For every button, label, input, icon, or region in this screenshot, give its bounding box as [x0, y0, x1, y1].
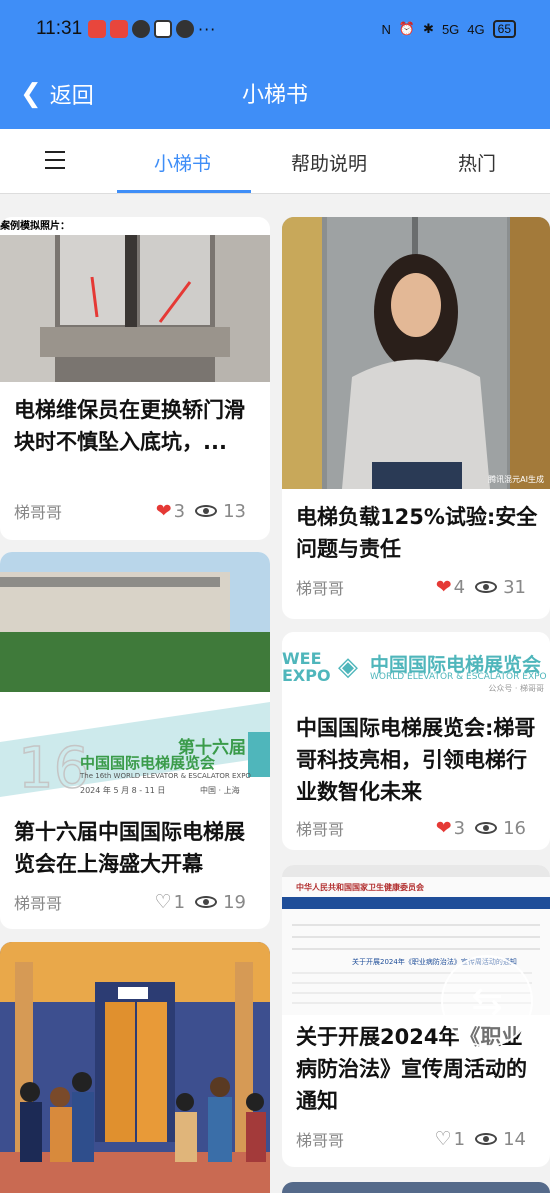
like-count: 1 [173, 891, 186, 913]
menu-icon[interactable] [45, 151, 65, 175]
author-name: 梯哥哥 [296, 1131, 345, 1150]
author-name: 梯哥哥 [14, 503, 63, 522]
heart-filled-icon[interactable]: ❤ [436, 817, 452, 839]
article-image: 案例模拟照片： [0, 217, 270, 382]
article-image: 16 第十六届 中国国际电梯展览会 The 16th WORLD ELEVATO… [0, 552, 270, 807]
swap-arrows-icon: ⇆ [471, 979, 503, 1023]
more-notifications-icon: ··· [198, 20, 217, 39]
poster-subtitle: The 16th WORLD ELEVATOR & ESCALATOR EXPO [80, 772, 251, 780]
like-count: 4 [453, 576, 466, 598]
author-name: 梯哥哥 [296, 579, 345, 598]
view-count: 31 [503, 576, 526, 598]
taobao-icon [88, 20, 106, 38]
article-title: 电梯负载125%试验:安全问题与责任 [296, 505, 538, 561]
expo-logo-mark: ◈ [338, 652, 358, 682]
poster-date: 2024 年 5 月 8 - 11 日 [80, 786, 166, 795]
doc-header: 中华人民共和国国家卫生健康委员会 [296, 883, 424, 892]
active-tab-indicator [117, 190, 251, 193]
nfc-icon: N [381, 21, 391, 37]
app-icon [132, 20, 150, 38]
battery-icon: 65 [492, 20, 516, 38]
article-card[interactable]: 案例模拟照片： 电梯维保员在更换轿门滑块时不慎坠入底坑，... 梯哥哥 ❤ 3 … [0, 217, 270, 540]
signal-5g-icon: 5G [441, 21, 460, 37]
view-count: 13 [223, 500, 246, 522]
signal-4g-icon: 4G [467, 21, 485, 37]
like-count: 3 [173, 500, 186, 522]
expo-logo: WEE EXPO [282, 649, 331, 685]
page-title: 小梯书 [241, 83, 308, 108]
like-count: 1 [453, 1128, 466, 1150]
eye-icon [475, 1133, 498, 1145]
taobao-icon [110, 20, 128, 38]
app-icon [154, 20, 172, 38]
tab-help[interactable]: 帮助说明 [291, 149, 367, 176]
svg-text:16: 16 [18, 736, 89, 801]
heart-outline-icon[interactable]: ♡ [155, 891, 172, 913]
article-title: 中国国际电梯展览会:梯哥哥科技亮相，引领电梯行业数智化未来 [296, 716, 536, 804]
article-image [0, 942, 270, 1193]
notification-icons: ··· [88, 20, 217, 39]
poster-title: 中国国际电梯展览会 [80, 754, 216, 772]
switch-floating-button[interactable]: ⇆ [441, 955, 533, 1047]
tab-xiaotishu[interactable]: 小梯书 [154, 149, 211, 176]
article-image: 腾讯混元AI生成 [282, 217, 550, 489]
heart-filled-icon[interactable]: ❤ [156, 500, 172, 522]
article-card[interactable]: WEE EXPO ◈ 中国国际电梯展览会 WORLD ELEVATOR & ES… [282, 632, 550, 850]
article-card[interactable]: 腾讯混元AI生成 电梯负载125%试验:安全问题与责任 梯哥哥 ❤ 4 31 [282, 217, 550, 619]
clock: 11:31 [36, 18, 83, 39]
bluetooth-icon: ✱ [423, 21, 434, 36]
article-title: 电梯维保员在更换轿门滑块时不慎坠入底坑，... [14, 398, 245, 454]
article-meta: 梯哥哥 ❤ 3 13 [14, 499, 256, 523]
view-count: 19 [223, 891, 246, 913]
article-title: 第十六届中国国际电梯展览会在上海盛大开幕 [14, 820, 245, 876]
eye-icon [475, 581, 498, 593]
article-meta: 梯哥哥 ♡ 1 19 [14, 890, 256, 914]
expo-name-en: WORLD ELEVATOR & ESCALATOR EXPO [370, 672, 547, 682]
app-bar: ❮ 返回 小梯书 [0, 56, 550, 129]
status-bar: 11:31 ··· N ⏰ ✱ 5G 4G 65 [0, 0, 550, 56]
heart-filled-icon[interactable]: ❤ [436, 576, 452, 598]
eye-icon [195, 505, 218, 517]
article-card[interactable] [0, 942, 270, 1193]
article-card[interactable] [282, 1182, 550, 1193]
article-meta: 梯哥哥 ❤ 3 16 [296, 816, 536, 840]
poster-location: 中国 · 上海 [200, 786, 240, 795]
article-meta: 梯哥哥 ♡ 1 14 [296, 1127, 536, 1151]
view-count: 14 [503, 1128, 526, 1150]
view-count: 16 [503, 817, 526, 839]
source-label: 公众号 · 梯哥哥 [488, 684, 544, 693]
article-meta: 梯哥哥 ❤ 4 31 [296, 575, 536, 599]
image-watermark: 腾讯混元AI生成 [488, 475, 544, 484]
tab-bar: 小梯书 帮助说明 热门 [0, 129, 550, 194]
chat-icon [176, 20, 194, 38]
heart-outline-icon[interactable]: ♡ [435, 1128, 452, 1150]
tab-hot[interactable]: 热门 [458, 149, 496, 176]
author-name: 梯哥哥 [296, 820, 345, 839]
article-card[interactable]: 16 第十六届 中国国际电梯展览会 The 16th WORLD ELEVATO… [0, 552, 270, 929]
eye-icon [195, 896, 218, 908]
alarm-icon: ⏰ [398, 21, 416, 36]
author-name: 梯哥哥 [14, 894, 63, 913]
eye-icon [475, 822, 498, 834]
like-count: 3 [453, 817, 466, 839]
article-image: WEE EXPO ◈ 中国国际电梯展览会 WORLD ELEVATOR & ES… [282, 632, 550, 702]
system-icons: N ⏰ ✱ 5G 4G 65 [381, 20, 516, 38]
